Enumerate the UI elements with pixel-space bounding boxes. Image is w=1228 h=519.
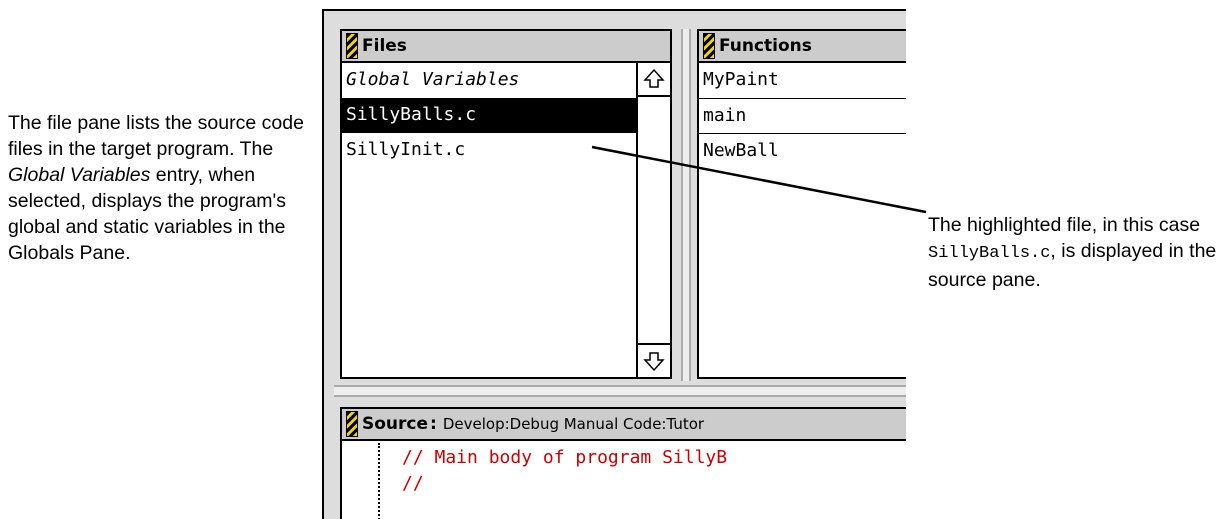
functions-pane: Functions MyPaint main NewBall — [697, 29, 906, 379]
function-item-mypaint[interactable]: MyPaint — [699, 63, 906, 98]
highlighted-file-caption: The highlighted file, in this case Silly… — [928, 214, 1217, 291]
function-item-newball[interactable]: NewBall — [699, 134, 906, 169]
file-item-sillyballs[interactable]: SillyBalls.c — [342, 98, 636, 133]
file-item-sillyinit[interactable]: SillyInit.c — [342, 133, 636, 168]
scroll-up-arrow-icon[interactable] — [638, 63, 670, 97]
file-item-global-variables[interactable]: Global Variables — [342, 63, 636, 98]
pane-grip-icon[interactable] — [346, 411, 358, 437]
breakpoint-gutter[interactable] — [378, 443, 380, 519]
pane-grip-icon[interactable] — [703, 33, 715, 59]
functions-pane-title: Functions — [719, 36, 812, 56]
source-pane: Source : Develop:Debug Manual Code:Tutor… — [340, 407, 906, 519]
functions-pane-header[interactable]: Functions — [699, 31, 906, 63]
files-pane-header[interactable]: Files — [342, 31, 670, 63]
source-line: // — [402, 473, 424, 494]
source-line: // Main body of program SillyB — [402, 447, 728, 468]
scroll-down-arrow-icon[interactable] — [638, 343, 670, 377]
filename-code: SillyBalls.c — [928, 244, 1051, 263]
source-code: // Main body of program SillyB // — [402, 445, 727, 497]
pane-grip-icon[interactable] — [346, 33, 358, 59]
files-list: Global Variables SillyBalls.c SillyInit.… — [342, 63, 636, 168]
source-title-colon: : — [430, 414, 437, 434]
source-pane-header[interactable]: Source : Develop:Debug Manual Code:Tutor — [342, 409, 906, 441]
pane-splitter-vertical[interactable] — [681, 29, 691, 381]
files-pane-caption: The file pane lists the source code file… — [8, 112, 304, 264]
pane-splitter-horizontal[interactable] — [334, 385, 906, 397]
function-item-main[interactable]: main — [699, 98, 906, 134]
source-pane-title: Source — [362, 414, 429, 434]
global-variables-mention: Global Variables — [8, 164, 151, 186]
debugger-window: Files Global Variables SillyBalls.c Sill… — [322, 9, 906, 519]
files-scrollbar[interactable] — [636, 63, 670, 377]
files-pane-title: Files — [362, 36, 407, 56]
files-pane: Files Global Variables SillyBalls.c Sill… — [340, 29, 672, 379]
source-file-path: Develop:Debug Manual Code:Tutor — [442, 415, 705, 433]
functions-list: MyPaint main NewBall — [699, 63, 906, 169]
